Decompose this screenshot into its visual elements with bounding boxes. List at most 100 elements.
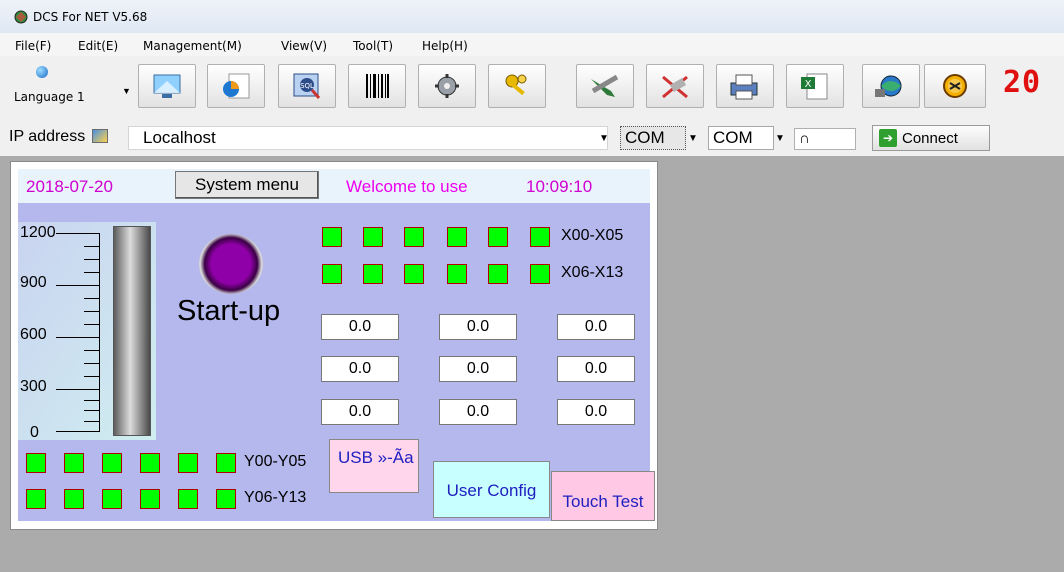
gauge-tick-label: 300 xyxy=(20,378,47,395)
excel-button[interactable]: X xyxy=(786,64,844,108)
gear-icon xyxy=(435,74,459,98)
gauge-minor-tick xyxy=(84,298,100,299)
error-counter: 20 xyxy=(1003,65,1042,100)
screen-button[interactable] xyxy=(138,64,196,108)
gauge-minor-tick xyxy=(84,410,100,411)
ip-address-input[interactable]: Localhost xyxy=(128,126,608,150)
language-label: Language 1 xyxy=(14,90,85,104)
port-input[interactable]: ∩ xyxy=(794,128,856,150)
y-output-led xyxy=(102,489,122,509)
value-field[interactable]: 0.0 xyxy=(557,356,635,382)
gauge-major-tick xyxy=(56,285,100,286)
chevron-down-icon[interactable]: ▼ xyxy=(775,133,785,144)
network-icon xyxy=(875,75,902,97)
system-menu-button[interactable]: System menu xyxy=(175,171,319,199)
y-output-led xyxy=(64,453,84,473)
barcode-icon xyxy=(366,74,389,98)
x-row-label: X06-X13 xyxy=(561,264,624,281)
connect-label: Connect xyxy=(902,129,958,147)
excel-icon: X xyxy=(801,73,828,100)
gauge-minor-tick xyxy=(84,311,100,312)
menu-file[interactable]: File(F) xyxy=(15,39,51,53)
com-select-1[interactable]: COM xyxy=(620,126,686,150)
delete-button[interactable] xyxy=(646,64,704,108)
screen-header: 2018-07-20 System menu Welcome to use 10… xyxy=(18,169,650,203)
printer-button[interactable] xyxy=(716,64,774,108)
menu-bar: File(F) Edit(E) Management(M) View(V) To… xyxy=(0,33,1064,56)
globe-icon xyxy=(36,66,48,78)
key-icon xyxy=(505,74,527,96)
user-config-button[interactable]: User Config xyxy=(433,461,550,518)
value-field[interactable]: 0.0 xyxy=(439,399,517,425)
arrow-right-icon: ➔ xyxy=(879,129,897,147)
menu-tool[interactable]: Tool(T) xyxy=(353,39,393,53)
menu-view[interactable]: View(V) xyxy=(281,39,327,53)
title-bar: DCS For NET V5.68 xyxy=(0,0,1064,33)
y-row-label: Y00-Y05 xyxy=(244,453,307,470)
barcode-button[interactable] xyxy=(348,64,406,108)
x-input-led xyxy=(488,227,508,247)
ip-address-text: IP address xyxy=(9,128,86,145)
level-gauge-bar xyxy=(113,226,151,436)
tools-button[interactable] xyxy=(576,64,634,108)
printer-icon xyxy=(730,74,758,100)
value-field[interactable]: 0.0 xyxy=(321,356,399,382)
address-bar: IP address Localhost ▼ COM ▼ COM ▼ ∩ ➔ C… xyxy=(0,118,1064,156)
menu-management[interactable]: Management(M) xyxy=(143,39,242,53)
y-output-led xyxy=(140,489,160,509)
x-input-led xyxy=(447,264,467,284)
value-field[interactable]: 0.0 xyxy=(557,314,635,340)
chevron-down-icon: ▼ xyxy=(122,86,131,96)
sql-icon: SQL xyxy=(293,73,321,99)
value-field[interactable]: 0.0 xyxy=(439,356,517,382)
menu-edit[interactable]: Edit(E) xyxy=(78,39,118,53)
gauge-minor-tick xyxy=(84,421,100,422)
y-output-led xyxy=(26,489,46,509)
value-field[interactable]: 0.0 xyxy=(321,314,399,340)
ip-address-label: IP address xyxy=(9,128,108,146)
y-output-led xyxy=(178,489,198,509)
y-output-led xyxy=(140,453,160,473)
gauge-minor-tick xyxy=(84,259,100,260)
value-field[interactable]: 0.0 xyxy=(439,314,517,340)
connect-button[interactable]: ➔ Connect xyxy=(872,125,990,151)
network-button[interactable] xyxy=(862,64,920,108)
startup-lamp-icon[interactable] xyxy=(199,234,263,294)
welcome-text: Welcome to use xyxy=(346,177,468,196)
chevron-down-icon[interactable]: ▼ xyxy=(688,133,698,144)
gauge-minor-tick xyxy=(84,400,100,401)
gear-button[interactable] xyxy=(418,64,476,108)
gauge-minor-tick xyxy=(84,363,100,364)
sql-button[interactable]: SQL xyxy=(278,64,336,108)
y-output-led xyxy=(64,489,84,509)
chart-button[interactable] xyxy=(207,64,265,108)
hmi-panel: 2018-07-20 System menu Welcome to use 10… xyxy=(10,161,658,530)
delete-icon xyxy=(662,75,688,99)
value-field[interactable]: 0.0 xyxy=(557,399,635,425)
hmi-screen: 2018-07-20 System menu Welcome to use 10… xyxy=(18,169,655,521)
exit-button[interactable] xyxy=(924,64,986,108)
language-selector[interactable]: Language 1 ▼ xyxy=(6,62,132,114)
time-display: 10:09:10 xyxy=(526,177,593,196)
gauge-minor-tick xyxy=(84,350,100,351)
date-display: 2018-07-20 xyxy=(26,177,113,196)
gauge-tick-label: 0 xyxy=(30,424,39,441)
gauge-minor-tick xyxy=(84,272,100,273)
value-field[interactable]: 0.0 xyxy=(321,399,399,425)
x-row-label: X00-X05 xyxy=(561,227,624,244)
startup-label: Start-up xyxy=(177,295,281,327)
chart-icon xyxy=(223,73,250,99)
y-row-label: Y06-Y13 xyxy=(244,489,307,506)
svg-text:X: X xyxy=(805,79,812,90)
usb-button[interactable]: USB »-Ãa xyxy=(329,439,419,493)
y-output-led xyxy=(216,453,236,473)
com-select-2[interactable]: COM xyxy=(708,126,774,150)
touch-test-button[interactable]: Touch Test xyxy=(551,471,655,521)
key-button[interactable] xyxy=(488,64,546,108)
gauge-major-tick xyxy=(56,233,100,234)
y-output-led xyxy=(102,453,122,473)
chevron-down-icon[interactable]: ▼ xyxy=(599,133,609,144)
menu-help[interactable]: Help(H) xyxy=(422,39,468,53)
x-input-led xyxy=(530,227,550,247)
x-input-led xyxy=(363,227,383,247)
